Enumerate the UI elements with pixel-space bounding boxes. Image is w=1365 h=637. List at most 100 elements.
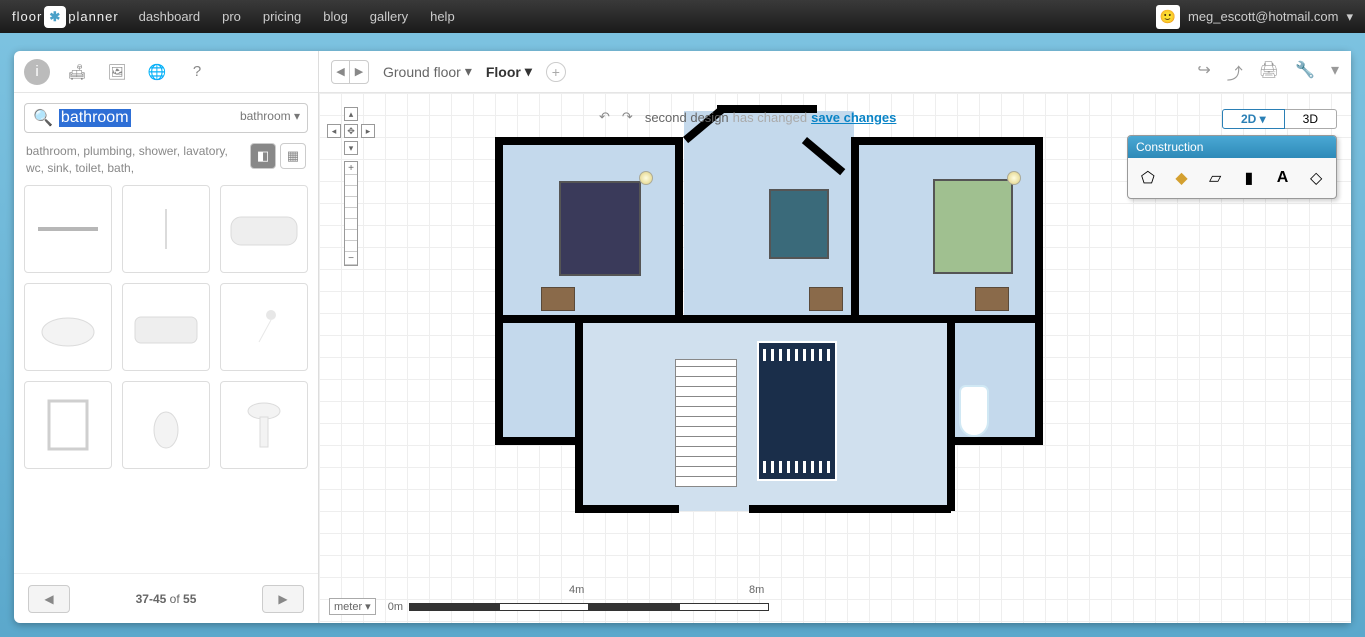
furniture-icon[interactable]: 🛋 bbox=[64, 59, 90, 85]
pan-center[interactable]: ✥ bbox=[344, 124, 358, 138]
print-icon[interactable]: 🖨 bbox=[1259, 60, 1279, 84]
item-mirror[interactable] bbox=[24, 381, 112, 469]
nav-pro[interactable]: pro bbox=[222, 9, 241, 24]
ruler-0: 0m bbox=[388, 601, 403, 613]
zoom-out[interactable]: − bbox=[345, 252, 357, 265]
globe-icon[interactable]: 🌐 bbox=[144, 59, 170, 85]
wall[interactable] bbox=[495, 437, 579, 445]
wall[interactable] bbox=[947, 321, 955, 443]
user-menu[interactable]: 🙂 meg_escott@hotmail.com ▾ bbox=[1156, 5, 1353, 29]
view-3d-icon[interactable]: ◧ bbox=[250, 143, 276, 169]
wall[interactable] bbox=[675, 137, 683, 319]
view-2d-icon[interactable]: ▦ bbox=[280, 143, 306, 169]
item-pedestal-sink[interactable] bbox=[220, 381, 308, 469]
prev-button[interactable]: ◀ bbox=[28, 585, 70, 613]
ruler: meter ▾ 0m 4m 8m bbox=[329, 598, 789, 615]
chevron-down-icon[interactable]: ▾ bbox=[1331, 60, 1339, 84]
wall[interactable] bbox=[855, 137, 1043, 145]
nav-help[interactable]: help bbox=[430, 9, 455, 24]
photos-icon[interactable]: 🖼 bbox=[104, 59, 130, 85]
redo-icon-2[interactable]: ↷ bbox=[622, 109, 633, 125]
wall[interactable] bbox=[575, 437, 583, 511]
item-bathtub-2[interactable] bbox=[122, 283, 210, 371]
bed-2[interactable] bbox=[769, 189, 829, 259]
room-tool-icon[interactable]: ⬠ bbox=[1134, 164, 1162, 192]
pan-down[interactable]: ▾ bbox=[344, 141, 358, 155]
unit-dropdown[interactable]: meter ▾ bbox=[329, 598, 376, 615]
settings-icon[interactable]: 🔧 bbox=[1295, 60, 1315, 84]
wall[interactable] bbox=[575, 321, 583, 443]
right-tools: ↪ ⤴ 🖨 🔧 ▾ bbox=[1197, 60, 1339, 84]
view-2d-button[interactable]: 2D ▾ bbox=[1222, 109, 1285, 129]
nav-blog[interactable]: blog bbox=[323, 9, 348, 24]
wall[interactable] bbox=[1035, 137, 1043, 445]
canvas-area: ◀ ▶ Ground floor ▾ Floor ▾ + ↪ ⤴ 🖨 🔧 ▾ ▴ bbox=[319, 51, 1351, 623]
bed-3[interactable] bbox=[933, 179, 1013, 274]
wall[interactable] bbox=[947, 437, 955, 511]
item-shower-head[interactable] bbox=[220, 283, 308, 371]
share-icon[interactable]: ⤴ bbox=[1227, 60, 1243, 84]
door-tool-icon[interactable]: ▮ bbox=[1235, 164, 1263, 192]
forward-button[interactable]: ▶ bbox=[350, 61, 368, 83]
wall-tool-icon[interactable]: ◆ bbox=[1168, 164, 1196, 192]
save-changes-link[interactable]: save changes bbox=[811, 110, 896, 125]
floor-select-current[interactable]: Floor ▾ bbox=[486, 63, 532, 80]
surface-tool-icon[interactable]: ▱ bbox=[1201, 164, 1229, 192]
filter-dropdown[interactable]: bathroom ▾ bbox=[240, 109, 300, 123]
redo-icon[interactable]: ↪ bbox=[1197, 60, 1210, 84]
add-floor-button[interactable]: + bbox=[546, 62, 566, 82]
wall[interactable] bbox=[851, 505, 951, 513]
wall[interactable] bbox=[851, 137, 859, 319]
nav-pricing[interactable]: pricing bbox=[263, 9, 301, 24]
item-drain[interactable] bbox=[24, 185, 112, 273]
wall[interactable] bbox=[495, 137, 503, 445]
text-tool-icon[interactable]: A bbox=[1269, 164, 1297, 192]
wall[interactable] bbox=[671, 505, 679, 513]
help-icon[interactable]: ? bbox=[184, 59, 210, 85]
wall[interactable] bbox=[495, 137, 683, 145]
top-nav: floor ✱ planner dashboard pro pricing bl… bbox=[0, 0, 1365, 33]
rug[interactable] bbox=[757, 341, 837, 481]
dimension-tool-icon[interactable]: ◇ bbox=[1302, 164, 1330, 192]
chest-2[interactable] bbox=[809, 287, 843, 311]
zoom-in[interactable]: + bbox=[345, 162, 357, 175]
page-total: 55 bbox=[183, 592, 196, 606]
pan-right[interactable]: ▸ bbox=[361, 124, 375, 138]
page-of: of bbox=[170, 592, 180, 606]
nav-dashboard[interactable]: dashboard bbox=[139, 9, 200, 24]
wall[interactable] bbox=[949, 437, 1043, 445]
library-grid bbox=[14, 185, 318, 469]
bathroom-1[interactable] bbox=[499, 321, 577, 441]
chest-1[interactable] bbox=[541, 287, 575, 311]
bathtub[interactable] bbox=[959, 385, 989, 437]
undo-icon[interactable]: ↶ bbox=[599, 109, 610, 125]
pan-left[interactable]: ◂ bbox=[327, 124, 341, 138]
logo-text-right: planner bbox=[68, 9, 118, 24]
nav-gallery[interactable]: gallery bbox=[370, 9, 408, 24]
pager: ◀ 37-45 of 55 ▶ bbox=[14, 573, 318, 623]
item-freestanding-tub[interactable] bbox=[24, 283, 112, 371]
lamp-1[interactable] bbox=[639, 171, 653, 185]
pan-up[interactable]: ▴ bbox=[344, 107, 358, 121]
chest-3[interactable] bbox=[975, 287, 1009, 311]
next-button[interactable]: ▶ bbox=[262, 585, 304, 613]
item-faucet[interactable] bbox=[122, 185, 210, 273]
stairs[interactable] bbox=[675, 359, 737, 487]
zoom-control[interactable]: + − bbox=[344, 161, 358, 266]
view-3d-button[interactable]: 3D bbox=[1285, 109, 1337, 129]
back-button[interactable]: ◀ bbox=[332, 61, 350, 83]
floor-select-ground[interactable]: Ground floor ▾ bbox=[383, 63, 472, 80]
wall[interactable] bbox=[749, 505, 855, 513]
chevron-down-icon: ▾ bbox=[1346, 9, 1353, 25]
logo[interactable]: floor ✱ planner bbox=[12, 6, 119, 28]
search-input[interactable]: bathroom bbox=[59, 109, 131, 127]
search-icon: 🔍 bbox=[33, 108, 53, 128]
item-urinal[interactable] bbox=[122, 381, 210, 469]
info-icon[interactable]: i bbox=[24, 59, 50, 85]
floor-plan[interactable] bbox=[489, 101, 1059, 521]
lamp-2[interactable] bbox=[1007, 171, 1021, 185]
wall[interactable] bbox=[575, 505, 675, 513]
item-bathtub[interactable] bbox=[220, 185, 308, 273]
logo-text-left: floor bbox=[12, 9, 42, 24]
bed-1[interactable] bbox=[559, 181, 641, 276]
